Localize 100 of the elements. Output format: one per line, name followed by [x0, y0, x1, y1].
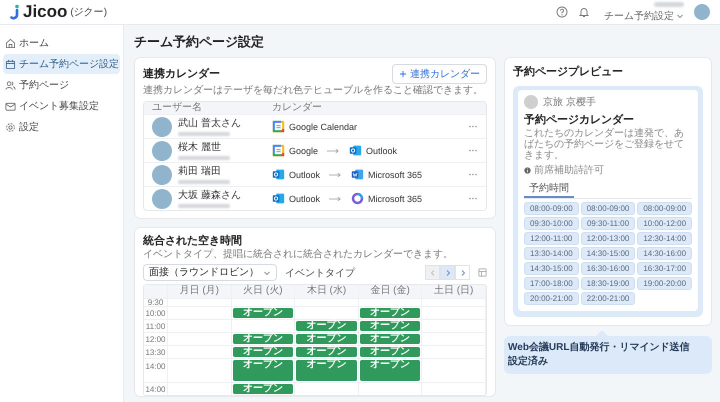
calendar-view-icon[interactable]	[478, 268, 487, 277]
redacted-email	[178, 180, 230, 184]
user-name: 莉田 瑞田	[178, 166, 222, 178]
time-slot-button[interactable]: 20:00-21:00	[524, 292, 579, 305]
booking-page-title: 予約ページカレンダー	[524, 112, 634, 127]
event-type-dropdown[interactable]: 面接（ラウンドロビン）	[143, 264, 277, 281]
avatar	[524, 95, 538, 109]
redacted-email	[178, 132, 230, 136]
time-label: 9:30	[144, 299, 168, 306]
sidebar-item[interactable]: ホーム	[3, 33, 120, 53]
users-icon	[5, 80, 16, 90]
calendar-name: Google	[289, 146, 318, 156]
user-name: 武山 普太さん	[178, 118, 241, 130]
booking-page-description: これたちのカレンダーは連発で、あばたちの予約ページをご登録をせてきます。	[524, 128, 685, 161]
time-slot-button[interactable]: 12:00-11:00	[524, 232, 579, 245]
time-slot-button[interactable]: 08:00-09:00	[637, 202, 692, 215]
day-header: 土日 (日)	[422, 285, 486, 298]
time-slot-button[interactable]: 12:30-14:00	[637, 232, 692, 245]
redacted-email	[178, 204, 230, 208]
avatar[interactable]	[694, 4, 710, 20]
sidebar-item[interactable]: 予約ページ	[3, 75, 120, 95]
mail-app-icon	[349, 144, 362, 157]
ring-app-icon	[351, 192, 364, 205]
calendar-name: Outlook	[289, 194, 320, 204]
time-slot-button[interactable]: 09:30-11:00	[580, 217, 636, 230]
time-slot-button[interactable]: 22:00-21:00	[580, 292, 636, 305]
section-title: 予約ページプレビュー	[513, 65, 624, 79]
time-slot-button[interactable]: 14:30-16:00	[637, 247, 692, 260]
bell-icon[interactable]	[578, 6, 590, 18]
calendar-name: Outlook	[366, 146, 398, 156]
arrow-icon	[329, 172, 342, 178]
mail-app-icon	[272, 192, 285, 205]
settings-icon	[5, 122, 16, 132]
more-icon[interactable]	[468, 125, 478, 128]
time-label: 13:30	[144, 346, 168, 358]
time-slot-button[interactable]: 16:30-17:00	[637, 262, 692, 275]
sidebar-item[interactable]: 設定	[3, 117, 120, 137]
redacted-email	[178, 156, 230, 160]
caret-icon	[676, 12, 684, 20]
logo-subtitle: (ジクー)	[70, 6, 108, 19]
time-label: 11:00	[144, 320, 168, 332]
calendar-name: Outlook	[289, 170, 320, 180]
day-header: 木日 (水)	[295, 285, 359, 298]
time-slot-button[interactable]: 16:30-16:00	[580, 262, 636, 275]
section-description: 連携カレンダーはテーザを毎だれ色テヒューブルを作ること確認できます。	[143, 85, 484, 97]
user-name: 桜木 麗世	[178, 142, 222, 154]
time-slot-button[interactable]: 18:30-19:00	[580, 277, 636, 290]
day-header: 火日 (火)	[232, 285, 296, 298]
time-slot-button[interactable]: 19:00-20:00	[637, 277, 692, 290]
host-name: 京旅 京樱手	[543, 96, 596, 109]
time-label: 12:00	[144, 333, 168, 345]
time-label: 10:00	[144, 307, 168, 319]
time-slot-button[interactable]: 08:00-09:00	[580, 202, 636, 215]
more-icon[interactable]	[468, 197, 478, 200]
home-icon	[5, 38, 16, 48]
time-slot-button[interactable]: 09:30-10:00	[524, 217, 579, 230]
section-description: イベントタイプ、提唱に統合されに統合されたカレンダーできます。	[143, 249, 454, 261]
time-slot-button[interactable]: 12:00-13:00	[580, 232, 636, 245]
chevron-left-icon	[428, 268, 436, 276]
next-button[interactable]	[455, 265, 470, 280]
plus-icon	[399, 70, 407, 78]
section-title: 統合された空き時間	[143, 234, 243, 248]
avatar	[152, 188, 172, 208]
calendar-app-icon	[272, 120, 285, 133]
help-icon[interactable]	[556, 6, 568, 18]
day-header: 月日 (月)	[168, 285, 232, 298]
document-app-icon	[351, 168, 364, 181]
day-header: 金日 (金)	[358, 285, 422, 298]
more-icon[interactable]	[468, 149, 478, 152]
calendar-app-icon	[272, 144, 285, 157]
arrow-icon	[327, 148, 340, 154]
calendar-name: Microsoft 365	[368, 170, 422, 180]
logo-text: Jicoo	[23, 2, 68, 22]
column-header: カレンダー	[272, 102, 322, 114]
time-slot-button[interactable]: 10:00-12:00	[637, 217, 692, 230]
arrow-icon	[329, 196, 342, 202]
time-label: 14:00	[144, 359, 168, 382]
mail-app-icon	[272, 168, 285, 181]
calendar-icon	[5, 58, 16, 70]
time-label: 14:00	[144, 383, 168, 395]
caret-icon	[263, 268, 271, 276]
page-title: チーム予約ページ設定	[134, 33, 265, 51]
time-slot-button[interactable]: 17:00-18:00	[524, 277, 579, 290]
sidebar-item[interactable]: チーム予約ページ設定	[3, 54, 120, 74]
time-slot-button[interactable]: 14:30-15:00	[580, 247, 636, 260]
notice-text: 前席補助詩許可	[534, 164, 604, 177]
next-button[interactable]	[440, 265, 455, 280]
more-icon[interactable]	[468, 173, 478, 176]
column-header: ユーザー名	[152, 102, 203, 114]
account-menu[interactable]: チーム予約設定	[604, 8, 684, 22]
time-slot-button[interactable]: 08:00-09:00	[524, 202, 579, 215]
time-slot-button[interactable]: 13:30-14:00	[524, 247, 579, 260]
callout-text: 設定済み	[508, 355, 549, 369]
time-slot-button[interactable]: 14:30-15:00	[524, 262, 579, 275]
avatar	[152, 116, 172, 136]
info-icon	[524, 166, 531, 174]
sidebar-item[interactable]: イベント募集設定	[3, 96, 120, 116]
avatar	[152, 140, 172, 160]
tab[interactable]: 予約時間	[524, 180, 574, 198]
add-calendar-button[interactable]: 連携カレンダー	[392, 64, 487, 84]
